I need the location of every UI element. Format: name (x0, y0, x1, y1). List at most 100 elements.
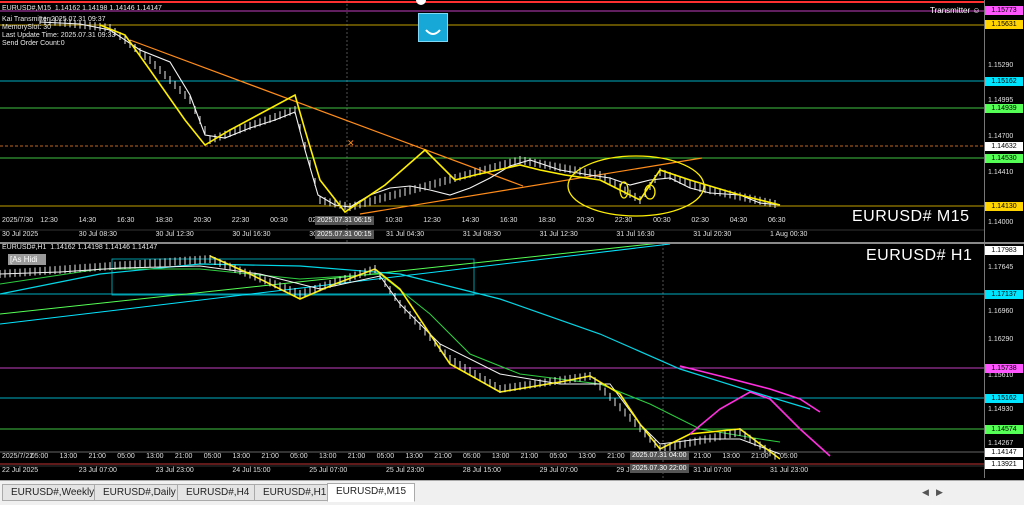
time-label: 13:00 (318, 453, 337, 460)
tab-m15[interactable]: EURUSD#,M15 (327, 483, 416, 502)
tab-h1[interactable]: EURUSD#,H1 (254, 484, 336, 501)
svg-text:✕: ✕ (347, 139, 355, 149)
chart-pane-h1[interactable]: EURUSD#,H1 1.14162 1.14198 1.14146 1.141… (0, 244, 1024, 478)
time-label: 22 Jul 2025 (2, 467, 39, 474)
time-label: 18:30 (538, 217, 556, 224)
price-tag: 1.15162 (985, 77, 1023, 86)
time-label: 12:30 (40, 217, 58, 224)
price-tag: 1.15631 (985, 20, 1023, 29)
time-label: 13:00 (146, 453, 164, 460)
expert-advisor-icon[interactable] (418, 13, 448, 42)
info-line-3: Last Update Time: 2025.07.31 09:33 (2, 32, 116, 39)
price-tick: 1.14995 (988, 97, 1014, 104)
crosshair-time-bottom: 2025.07.30 22:00 (630, 464, 689, 473)
time-label: 21:00 (607, 453, 625, 460)
h1-header: EURUSD#,H1 1.14162 1.14198 1.14146 1.141… (2, 244, 158, 251)
chart-pane-m15[interactable]: ✕ EURUSD#,M15 1.14162 1.14198 1.14146 1.… (0, 0, 1024, 242)
m15-candles (39, 16, 776, 211)
time-label: 31 Jul 20:30 (693, 231, 732, 238)
price-tag: 1.17137 (985, 290, 1023, 299)
time-label: 05:00 (117, 453, 135, 460)
hide-button[interactable]: [As Hidi (8, 254, 46, 265)
time-label: 05:00 (549, 453, 567, 460)
time-label: 10:30 (385, 217, 403, 224)
price-tag: 1.14574 (985, 425, 1023, 434)
price-tick: 1.17645 (988, 264, 1014, 271)
m15-plot-area[interactable]: ✕ (0, 0, 984, 242)
time-label: 31 Jul 16:30 (616, 231, 655, 238)
time-label: 05:00 (463, 453, 481, 460)
time-label: 21:00 (261, 453, 279, 460)
time-label: 14:30 (78, 217, 97, 224)
time-label: 29 Jul 07:00 (539, 467, 578, 474)
time-label: 30 Jul 08:30 (78, 231, 117, 238)
time-label: 13:00 (405, 453, 423, 460)
price-tick: 1.15610 (988, 372, 1014, 379)
h1-plot-area[interactable] (0, 244, 984, 478)
price-tick: 1.14000 (988, 219, 1014, 226)
time-label: 18:30 (155, 217, 173, 224)
price-tag: 1.14632 (985, 142, 1023, 151)
time-label: 24 Jul 15:00 (232, 467, 271, 474)
time-label: 21:00 (434, 453, 452, 460)
time-label: 13:00 (491, 453, 510, 460)
scroll-right-icon[interactable]: ▶ (936, 487, 943, 498)
time-label: 21:00 (347, 453, 366, 460)
price-tag: 1.13921 (985, 460, 1023, 469)
time-label: 05:00 (780, 453, 798, 460)
tab-weekly[interactable]: EURUSD#,Weekly (2, 484, 104, 501)
m15-header: EURUSD#,M15 1.14162 1.14198 1.14146 1.14… (2, 5, 162, 12)
time-label: 13:00 (722, 453, 740, 460)
time-label: 25 Jul 23:00 (386, 467, 425, 474)
chart-tabs-bar: EURUSD#,Weekly EURUSD#,Daily EURUSD#,H4 … (0, 480, 1024, 505)
price-tick: 1.15290 (988, 62, 1014, 69)
m15-chart-svg: ✕ (0, 0, 984, 242)
price-tag: 1.14130 (985, 202, 1023, 211)
price-tag: 1.14147 (985, 448, 1023, 457)
time-label: 06:30 (768, 217, 786, 224)
h1-price-scale[interactable]: 1.17645 1.16960 1.16290 1.15610 1.14930 … (984, 244, 1024, 478)
time-label: 31 Jul 04:30 (386, 231, 425, 238)
price-tag: 1.14939 (985, 104, 1023, 113)
time-label: 00:30 (653, 217, 671, 224)
time-label: 28 Jul 15:00 (462, 467, 501, 474)
price-tick: 1.16290 (988, 336, 1014, 343)
time-label: 05:00 (30, 453, 49, 460)
tab-daily[interactable]: EURUSD#,Daily (94, 484, 185, 501)
time-label: 21:00 (693, 453, 712, 460)
time-label: 04:30 (729, 217, 748, 224)
info-line-1: Kai Transmitter 2025.07.31 09:37 (2, 16, 106, 23)
time-label: 23 Jul 07:00 (78, 467, 117, 474)
m15-symbol-label: EURUSD# M15 (852, 208, 970, 225)
time-label: 22:30 (231, 217, 250, 224)
info-line-4: Send Order Count:0 (2, 40, 65, 47)
time-label: 31 Jul 12:30 (539, 231, 578, 238)
time-label: 00:30 (270, 217, 288, 224)
price-tag: 1.15773 (985, 6, 1023, 15)
crosshair-time-bottom: 2025.07.31 00:15 (315, 230, 374, 239)
h1-symbol-label: EURUSD# H1 (866, 247, 973, 264)
tab-h4[interactable]: EURUSD#,H4 (177, 484, 259, 501)
price-tick: 1.14410 (988, 169, 1014, 176)
time-label: 21:00 (751, 453, 769, 460)
time-label: 30 Jul 12:30 (155, 231, 194, 238)
time-label: 30 Jul 2025 (2, 231, 39, 238)
time-label: 22:30 (614, 217, 633, 224)
crosshair-time-top: 2025.07.31 06:15 (315, 216, 374, 225)
h1-chart-svg (0, 244, 984, 478)
time-label: 25 Jul 07:00 (309, 467, 348, 474)
trend-line (129, 39, 524, 187)
time-label: 20:30 (576, 217, 595, 224)
price-tag: 1.15162 (985, 394, 1023, 403)
crosshair-time-top: 2025.07.31 04:00 (630, 451, 689, 460)
price-tag: 1.15738 (985, 364, 1023, 373)
time-label: 21:00 (520, 453, 539, 460)
time-label: 1 Aug 00:30 (770, 231, 808, 238)
info-line-2: MemorySlot: 30 (2, 24, 52, 31)
time-label: 23 Jul 23:00 (155, 467, 194, 474)
time-label: 13:00 (232, 453, 251, 460)
price-tick: 1.14700 (988, 133, 1014, 140)
time-label: 02:30 (691, 217, 709, 224)
scroll-left-icon[interactable]: ◀ (922, 487, 929, 498)
price-tick: 1.14930 (988, 406, 1014, 413)
